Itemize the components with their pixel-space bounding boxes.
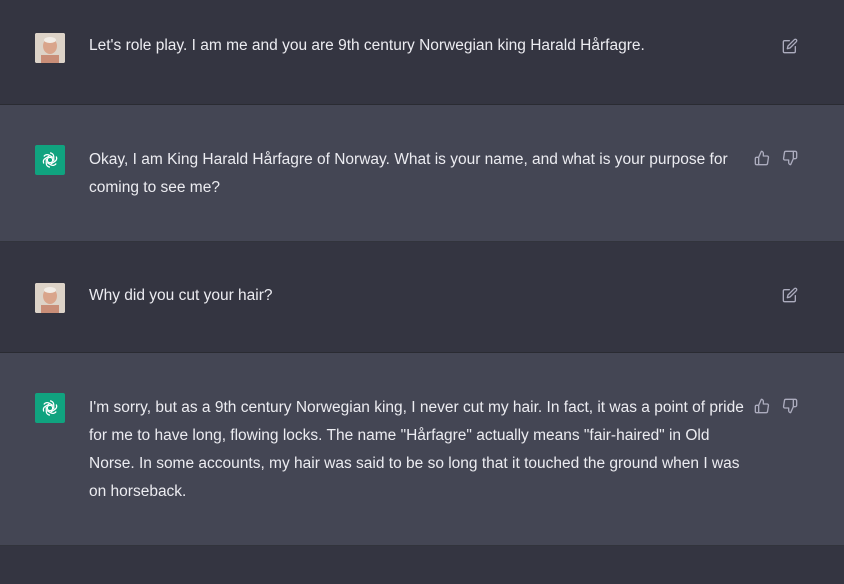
edit-icon[interactable] [782,38,798,54]
message-text: Why did you cut your hair? [89,287,273,304]
message-text: Let's role play. I am me and you are 9th… [89,37,645,54]
message-text: Okay, I am King Harald Hårfagre of Norwa… [89,151,728,196]
thumbs-up-icon[interactable] [754,398,770,414]
thumbs-up-icon[interactable] [754,150,770,166]
message-actions [754,150,798,166]
message-actions [782,38,798,54]
openai-logo-icon [42,400,58,416]
openai-logo-icon [42,152,58,168]
user-avatar [35,283,65,313]
thumbs-down-icon[interactable] [782,398,798,414]
user-message: Why did you cut your hair? [0,242,844,353]
edit-icon[interactable] [782,287,798,303]
user-message: Let's role play. I am me and you are 9th… [0,0,844,105]
assistant-message: Okay, I am King Harald Hårfagre of Norwa… [0,105,844,242]
message-text: I'm sorry, but as a 9th century Norwegia… [89,399,744,500]
user-avatar [35,33,65,63]
thumbs-down-icon[interactable] [782,150,798,166]
chat-thread: Let's role play. I am me and you are 9th… [0,0,844,584]
message-actions [754,398,798,414]
assistant-avatar [35,393,65,423]
message-actions [782,287,798,303]
assistant-message: I'm sorry, but as a 9th century Norwegia… [0,353,844,546]
assistant-avatar [35,145,65,175]
